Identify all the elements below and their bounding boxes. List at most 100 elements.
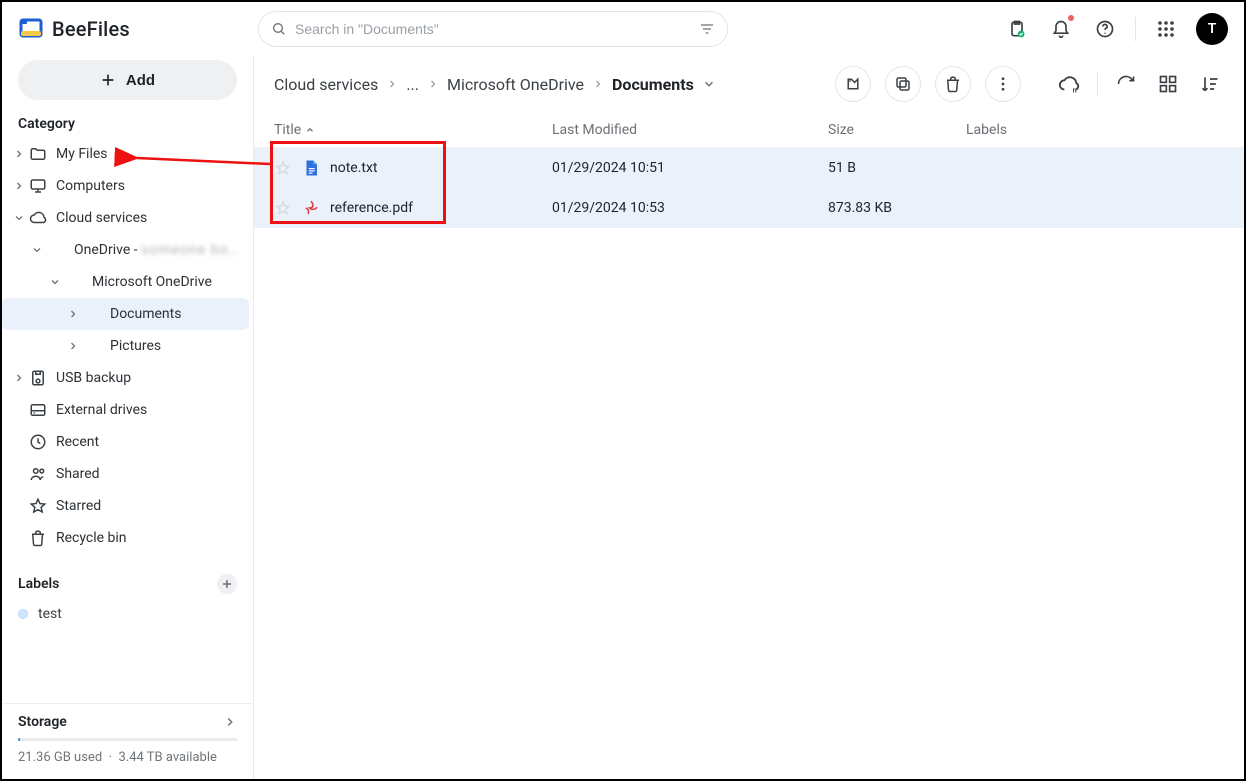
- sidebar-item-label: Pictures: [110, 338, 161, 354]
- star-icon[interactable]: [274, 200, 292, 216]
- search-input[interactable]: [295, 21, 691, 37]
- table-header: Title Last Modified Size Labels: [254, 112, 1244, 148]
- storage-heading: Storage: [18, 714, 67, 730]
- sidebar-item-recent[interactable]: Recent: [2, 426, 249, 458]
- bell-icon[interactable]: [1047, 15, 1075, 43]
- col-modified[interactable]: Last Modified: [552, 122, 828, 138]
- separator: [1135, 17, 1136, 41]
- sidebar-item-documents[interactable]: Documents: [2, 298, 249, 330]
- sidebar-item-microsoft-onedrive[interactable]: Microsoft OneDrive: [2, 266, 249, 298]
- breadcrumb-part[interactable]: Microsoft OneDrive: [447, 75, 584, 94]
- sidebar-item-label: USB backup: [56, 370, 131, 386]
- sort-icon[interactable]: [1196, 70, 1224, 98]
- chevron-right-icon: [64, 340, 82, 352]
- svg-text:n: n: [1073, 85, 1077, 94]
- cloud-download-icon[interactable]: n: [1055, 70, 1083, 98]
- breadcrumb-part[interactable]: ...: [406, 75, 419, 94]
- sidebar-item-onedrive-[interactable]: OneDrive - someone bo…: [2, 234, 249, 266]
- sidebar-item-label: OneDrive - someone bo…: [74, 242, 239, 258]
- col-size[interactable]: Size: [828, 122, 966, 138]
- app-logo-icon: [18, 16, 44, 42]
- chevron-right-icon: [64, 308, 82, 320]
- chevron-right-icon[interactable]: [223, 715, 237, 729]
- chevron-right-icon: [10, 180, 28, 192]
- star-icon[interactable]: [274, 160, 292, 176]
- sidebar-item-my-files[interactable]: My Files: [2, 138, 249, 170]
- chevron-right-icon: [427, 78, 439, 90]
- chevron-right-icon: [10, 372, 28, 384]
- label-name: test: [38, 606, 62, 622]
- plus-icon: [100, 72, 116, 88]
- file-size: 873.83 KB: [828, 200, 966, 216]
- sidebar-item-shared[interactable]: Shared: [2, 458, 249, 490]
- sidebar-item-usb-backup[interactable]: USB backup: [2, 362, 249, 394]
- chevron-right-icon: [592, 78, 604, 90]
- chevron-down-icon: [46, 276, 64, 288]
- sidebar-item-external-drives[interactable]: External drives: [2, 394, 249, 426]
- filter-icon[interactable]: [699, 21, 715, 37]
- sidebar-item-label: Recent: [56, 434, 99, 450]
- people-icon: [28, 465, 48, 483]
- search-icon: [271, 21, 287, 37]
- labels-heading: Labels: [18, 576, 59, 592]
- chevron-right-icon: [386, 78, 398, 90]
- file-pdf-icon: [302, 199, 320, 217]
- copy-button[interactable]: [885, 66, 921, 102]
- chevron-down-icon[interactable]: [702, 77, 716, 91]
- help-icon[interactable]: [1091, 15, 1119, 43]
- delete-button[interactable]: [935, 66, 971, 102]
- sidebar-item-label: External drives: [56, 402, 147, 418]
- file-name: note.txt: [330, 160, 378, 176]
- clock-icon: [28, 433, 48, 451]
- col-labels[interactable]: Labels: [966, 122, 1224, 138]
- sidebar-item-label: Shared: [56, 466, 100, 482]
- category-heading: Category: [2, 114, 253, 138]
- breadcrumb-part: Documents: [612, 75, 694, 94]
- storage-progress: [18, 738, 237, 741]
- sidebar-item-label: Microsoft OneDrive: [92, 274, 212, 290]
- star-icon: [28, 497, 48, 515]
- sidebar-item-label: My Files: [56, 146, 108, 162]
- apps-icon[interactable]: [1152, 15, 1180, 43]
- sidebar-item-label: Computers: [56, 178, 125, 194]
- file-name: reference.pdf: [330, 200, 413, 216]
- sidebar-item-computers[interactable]: Computers: [2, 170, 249, 202]
- search-box[interactable]: [258, 11, 728, 47]
- clipboard-check-icon[interactable]: [1003, 15, 1031, 43]
- add-button[interactable]: Add: [18, 60, 237, 100]
- grid-view-icon[interactable]: [1154, 70, 1182, 98]
- sidebar-item-label: Documents: [110, 306, 181, 322]
- more-button[interactable]: [985, 66, 1021, 102]
- breadcrumb-part[interactable]: Cloud services: [274, 75, 378, 94]
- sidebar-item-recycle-bin[interactable]: Recycle bin: [2, 522, 249, 554]
- file-size: 51 B: [828, 160, 966, 176]
- refresh-icon[interactable]: [1112, 70, 1140, 98]
- sort-asc-icon: [305, 125, 315, 135]
- sidebar-item-cloud-services[interactable]: Cloud services: [2, 202, 249, 234]
- trash-icon: [28, 529, 48, 547]
- separator: [1097, 72, 1098, 96]
- table-row[interactable]: note.txt01/29/2024 10:5151 B: [254, 148, 1244, 188]
- breadcrumb: Cloud services... Microsoft OneDrive Docum…: [274, 75, 716, 94]
- add-label: Add: [126, 72, 155, 89]
- chevron-down-icon: [10, 212, 28, 224]
- chevron-down-icon: [28, 244, 46, 256]
- sidebar-item-label: Cloud services: [56, 210, 147, 226]
- app-name: BeeFiles: [52, 17, 130, 41]
- usb-icon: [28, 369, 48, 387]
- col-title[interactable]: Title: [274, 122, 552, 138]
- sidebar-item-label: Recycle bin: [56, 530, 127, 546]
- monitor-icon: [28, 177, 48, 195]
- sidebar-item-pictures[interactable]: Pictures: [2, 330, 249, 362]
- sidebar-item-starred[interactable]: Starred: [2, 490, 249, 522]
- tag-button[interactable]: [835, 66, 871, 102]
- chevron-right-icon: [10, 148, 28, 160]
- label-color-dot: [18, 609, 28, 619]
- table-row[interactable]: reference.pdf01/29/2024 10:53873.83 KB: [254, 188, 1244, 228]
- add-label-icon[interactable]: [217, 574, 237, 594]
- storage-text: 21.36 GB used · 3.44 TB available: [18, 749, 237, 767]
- brand: BeeFiles: [18, 16, 254, 42]
- sidebar-item-label: Starred: [56, 498, 101, 514]
- label-item[interactable]: test: [2, 600, 253, 628]
- avatar[interactable]: T: [1196, 13, 1228, 45]
